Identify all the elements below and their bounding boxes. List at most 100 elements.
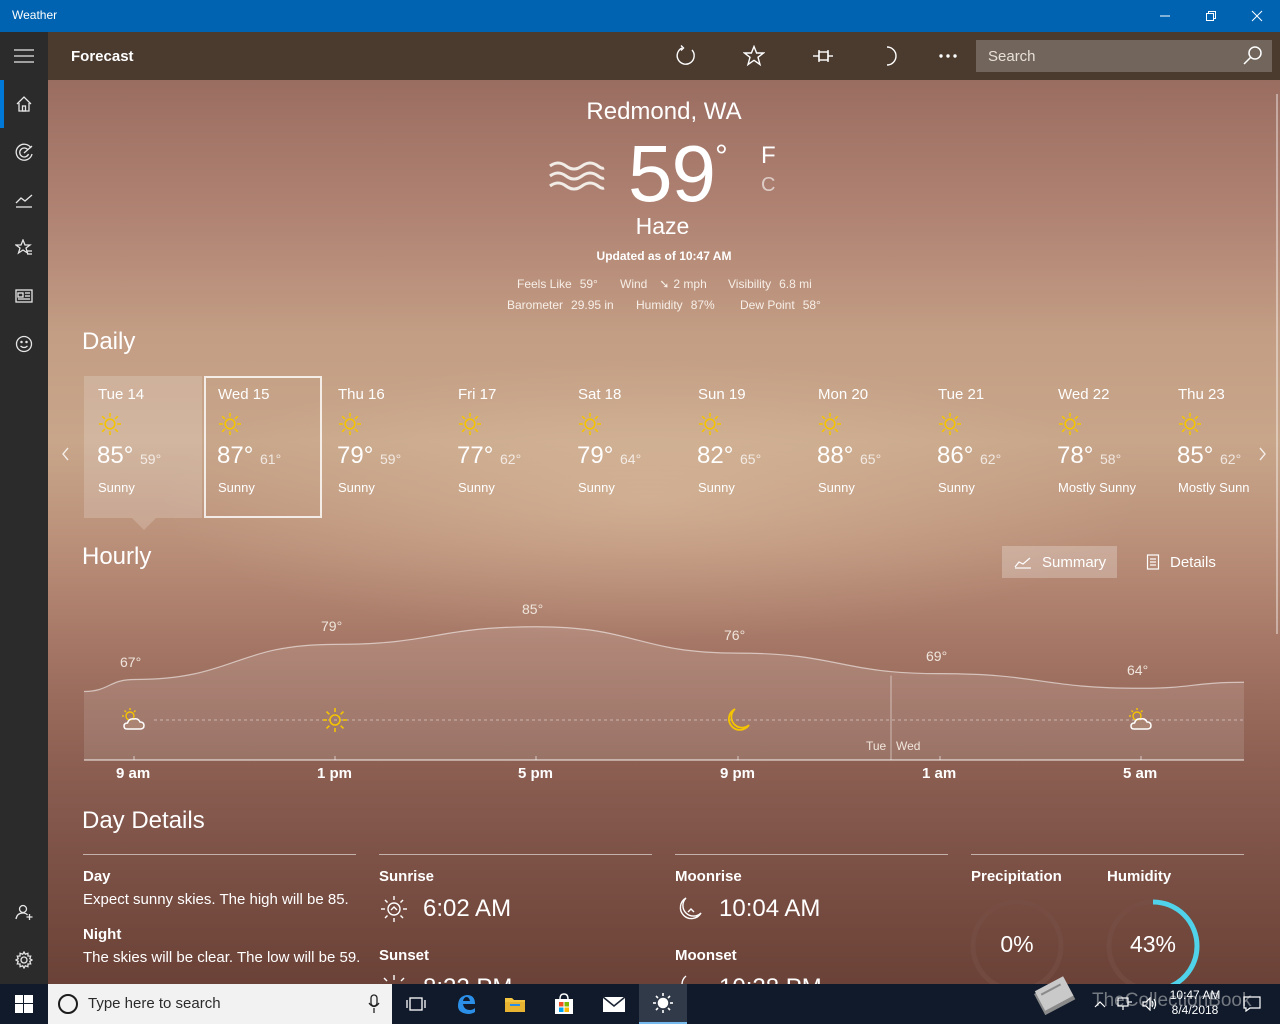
store-button[interactable]: [540, 984, 588, 1024]
daily-next-button[interactable]: [1250, 442, 1274, 466]
action-center-button[interactable]: [1232, 984, 1272, 1024]
day-card[interactable]: Tue 14 85° 59° Sunny: [84, 376, 202, 530]
favorite-button[interactable]: [730, 32, 778, 80]
taskbar-search[interactable]: Type here to search: [48, 984, 392, 1024]
details-button[interactable]: Details: [1134, 546, 1230, 578]
sidebar-item-account[interactable]: [0, 888, 48, 936]
theme-toggle-button[interactable]: [866, 32, 914, 80]
day-name: Tue 21: [938, 386, 985, 403]
show-hidden-icons-button[interactable]: [1090, 984, 1110, 1024]
mail-icon: [602, 996, 626, 1012]
day-label: Day: [83, 868, 111, 885]
stat-feels-like: Feels Like 59°: [517, 277, 598, 291]
day-card[interactable]: Thu 16 79° 59° Sunny: [324, 376, 442, 518]
sidebar-item-news[interactable]: [0, 272, 48, 320]
sunset-icon: [383, 975, 405, 982]
precipitation-value: 0%: [1000, 931, 1034, 957]
scrollbar[interactable]: [1276, 94, 1278, 634]
day-high: 87°: [217, 442, 254, 469]
day-card[interactable]: Tue 21 86° 62° Sunny: [924, 376, 1042, 518]
search-icon[interactable]: [1242, 45, 1264, 67]
stat-label: Barometer: [507, 298, 564, 312]
daily-prev-button[interactable]: [54, 442, 78, 466]
watermark-book-icon: [1034, 976, 1076, 1016]
day-card[interactable]: Wed 22 78° 58° Mostly Sunny: [1044, 376, 1162, 518]
stat-humidity: Humidity 87%: [636, 298, 715, 312]
day-card[interactable]: Sat 18 79° 64° Sunny: [564, 376, 682, 518]
taskbar-search-placeholder: Type here to search: [88, 995, 221, 1012]
sidebar: [0, 32, 48, 984]
refresh-button[interactable]: [662, 32, 710, 80]
day-low: 62°: [980, 451, 1002, 467]
haze-icon: [548, 158, 608, 203]
task-view-button[interactable]: [392, 984, 440, 1024]
more-button[interactable]: [924, 32, 972, 80]
chevron-right-icon: [1259, 447, 1266, 461]
sunset-label: Sunset: [379, 947, 430, 964]
volume-button[interactable]: [1138, 984, 1162, 1024]
stat-value: 6.8 mi: [779, 277, 812, 291]
temperature-label: 69°: [926, 647, 948, 664]
sidebar-item-feedback[interactable]: [0, 320, 48, 368]
edge-button[interactable]: [442, 984, 490, 1024]
day-high: 79°: [337, 442, 374, 469]
pin-button[interactable]: [799, 32, 847, 80]
unit-fahrenheit-toggle[interactable]: F: [761, 142, 776, 170]
sun-icon: [338, 412, 362, 436]
sidebar-item-places[interactable]: [0, 224, 48, 272]
hourly-title: Hourly: [82, 543, 152, 570]
notification-icon: [1243, 996, 1261, 1012]
moonset-label: Moonset: [675, 947, 737, 964]
sidebar-item-maps[interactable]: [0, 128, 48, 176]
speaker-icon: [1142, 997, 1157, 1011]
sun-icon: [98, 412, 122, 436]
chevron-left-icon: [62, 447, 69, 461]
sun-icon: [938, 412, 962, 436]
day-card[interactable]: Wed 15 87° 61° Sunny: [204, 376, 322, 518]
restore-icon: [1206, 11, 1216, 21]
summary-button[interactable]: Summary: [1002, 546, 1117, 578]
sidebar-item-forecast[interactable]: [0, 80, 48, 128]
network-button[interactable]: [1113, 984, 1137, 1024]
network-icon: [1117, 997, 1132, 1010]
stat-label: Dew Point: [740, 298, 795, 312]
time-label: 5 pm: [518, 765, 554, 782]
start-button[interactable]: [0, 984, 48, 1024]
temperature-label: 76°: [724, 627, 746, 644]
time-label: 1 pm: [317, 765, 353, 782]
day-details-title: Day Details: [82, 807, 205, 834]
day-card[interactable]: Mon 20 88° 65° Sunny: [804, 376, 922, 518]
unit-celsius-toggle[interactable]: C: [761, 174, 775, 197]
restore-button[interactable]: [1188, 0, 1234, 32]
sidebar-item-historical[interactable]: [0, 176, 48, 224]
wind-direction-icon: ➘: [659, 277, 670, 291]
degree-symbol: °: [715, 138, 728, 174]
mail-button[interactable]: [590, 984, 638, 1024]
day-condition: Sunny: [98, 480, 135, 495]
day-low: 62°: [500, 451, 522, 467]
close-button[interactable]: [1234, 0, 1280, 32]
stat-label: Wind: [620, 277, 648, 291]
stat-wind: Wind ➘ 2 mph: [620, 277, 707, 291]
day-card[interactable]: Fri 17 77° 62° Sunny: [444, 376, 562, 518]
star-list-icon: [15, 239, 32, 255]
day-low: 64°: [620, 451, 642, 467]
moon-icon: [886, 46, 897, 66]
microphone-icon[interactable]: [368, 994, 380, 1014]
day-card[interactable]: Sun 19 82° 65° Sunny: [684, 376, 802, 518]
moonrise-icon: [679, 897, 702, 920]
sun-icon: [1058, 412, 1082, 436]
more-icon: [939, 54, 957, 58]
hourly-chart: [84, 626, 1244, 761]
hamburger-menu-button[interactable]: [0, 32, 48, 80]
sun-icon: [653, 993, 673, 1013]
day-condition: Mostly Sunny: [1058, 480, 1137, 495]
minimize-button[interactable]: [1142, 0, 1188, 32]
search-input[interactable]: [976, 40, 1236, 72]
sidebar-item-settings[interactable]: [0, 936, 48, 984]
radar-icon: [15, 143, 33, 161]
weather-app-button[interactable]: [639, 984, 687, 1024]
file-explorer-button[interactable]: [491, 984, 539, 1024]
clock[interactable]: 10:47 AM 8/4/2018: [1165, 988, 1225, 1018]
clock-time: 10:47 AM: [1169, 988, 1221, 1002]
